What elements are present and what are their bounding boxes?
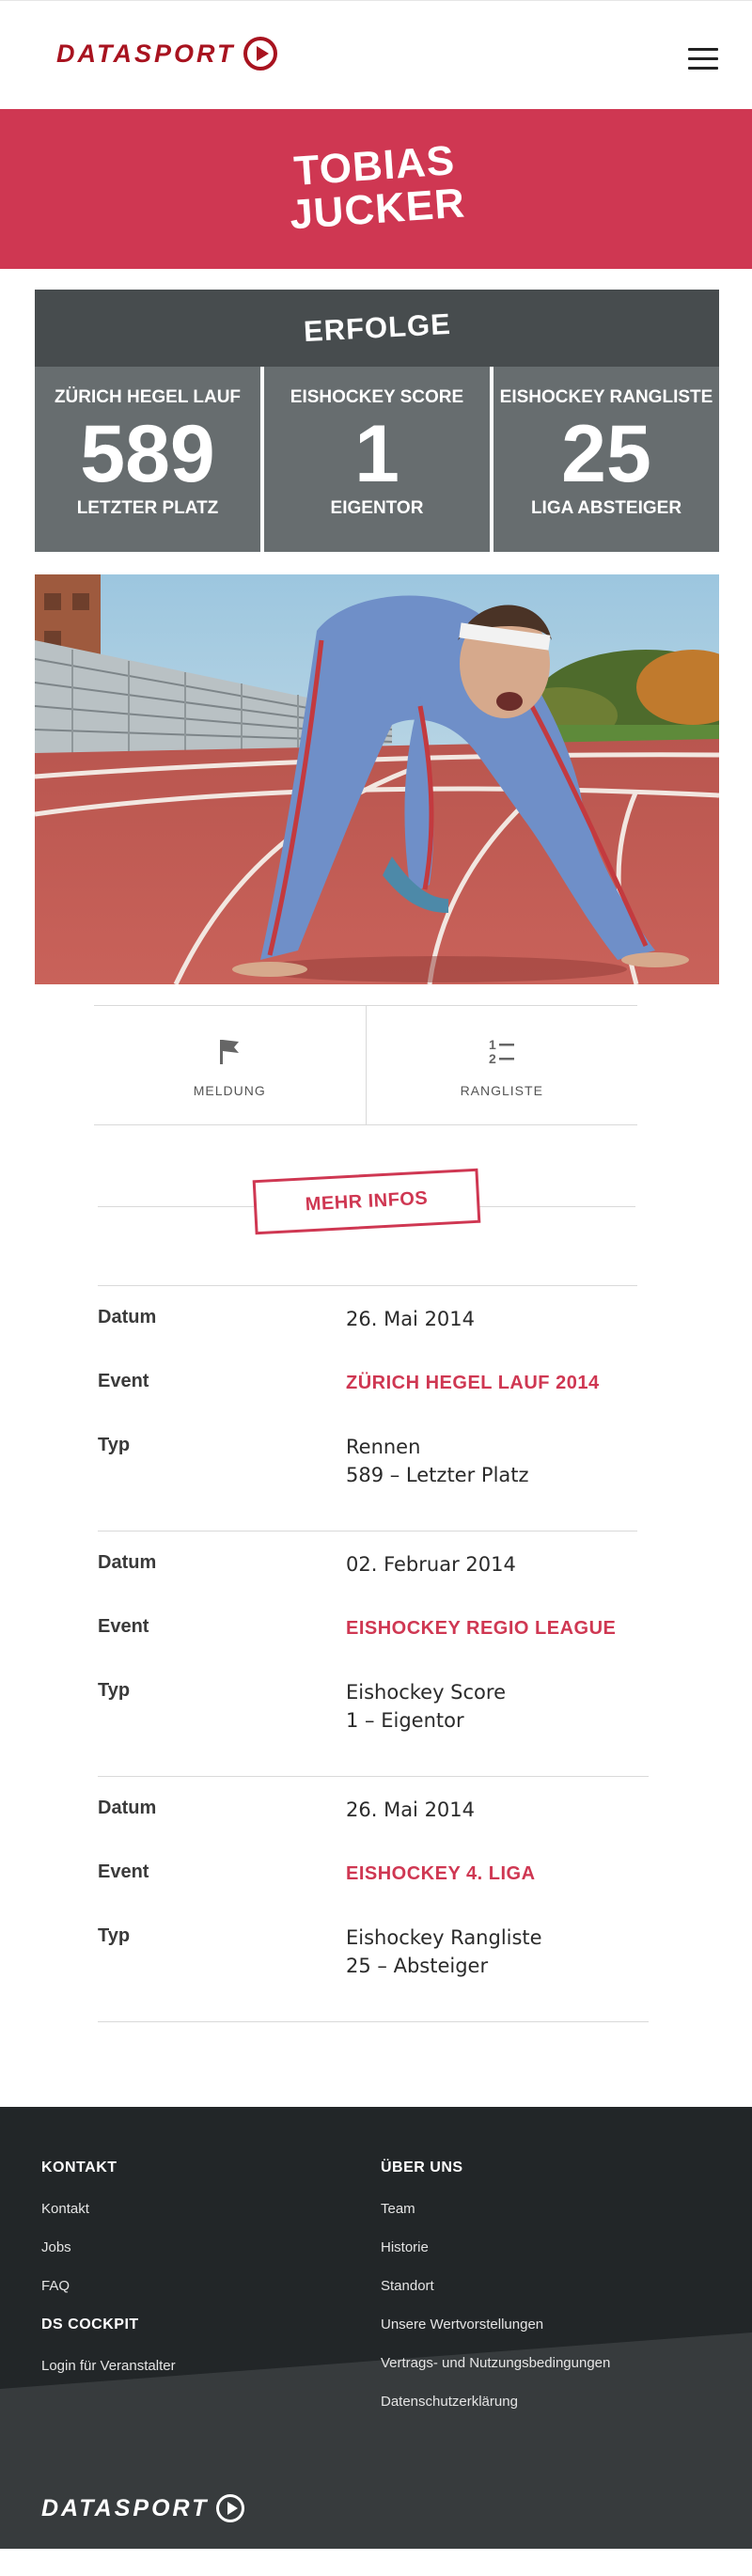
footer-link[interactable]: Unsere Wertvorstellungen bbox=[381, 2317, 610, 2333]
footer-link[interactable]: Historie bbox=[381, 2239, 610, 2255]
datasport-logo[interactable]: DATASPORT bbox=[56, 37, 277, 71]
erfolge-panel: ERFOLGE ZÜRICH HEGEL LAUF 589 LETZTER PL… bbox=[35, 290, 719, 552]
datum-value: 26. Mai 2014 bbox=[346, 1798, 476, 1821]
footer-link[interactable]: Datenschutzerklärung bbox=[381, 2394, 610, 2410]
play-circle-icon bbox=[216, 2494, 245, 2522]
athlete-name: TOBIAS JUCKER bbox=[0, 118, 752, 258]
result-row: Typ Eishockey Rangliste 25 – Absteiger bbox=[98, 1924, 649, 1980]
result-row: Datum 26. Mai 2014 bbox=[98, 1305, 637, 1333]
datum-label: Datum bbox=[98, 1552, 157, 1573]
result-row: Typ Eishockey Score 1 – Eigentor bbox=[98, 1678, 637, 1735]
erfolge-stats: ZÜRICH HEGEL LAUF 589 LETZTER PLATZ EISH… bbox=[35, 367, 719, 552]
datum-label: Datum bbox=[98, 1798, 157, 1818]
rangliste-label: RANGLISTE bbox=[460, 1083, 543, 1098]
footer-heading: KONTAKT bbox=[41, 2160, 118, 2175]
event-label: Event bbox=[98, 1371, 149, 1391]
event-link[interactable]: EISHOCKEY 4. LIGA bbox=[346, 1860, 536, 1888]
stat-sub: EIGENTOR bbox=[330, 498, 424, 518]
results-list: Datum 26. Mai 2014 Event ZÜRICH HEGEL LA… bbox=[0, 1285, 752, 2022]
meldung-button[interactable]: MELDUNG bbox=[94, 1006, 366, 1124]
result-row: Datum 26. Mai 2014 bbox=[98, 1796, 649, 1824]
footer-link[interactable]: Vertrags- und Nutzungsbedingungen bbox=[381, 2355, 610, 2371]
svg-text:2: 2 bbox=[489, 1051, 496, 1065]
datum-value: 02. Februar 2014 bbox=[346, 1553, 516, 1576]
result-entry: Datum 02. Februar 2014 Event EISHOCKEY R… bbox=[98, 1531, 637, 1776]
mehr-infos-button[interactable]: MEHR INFOS bbox=[252, 1168, 481, 1235]
footer-heading: ÜBER UNS bbox=[381, 2160, 463, 2175]
typ-label: Typ bbox=[98, 1925, 131, 1946]
typ-value: Eishockey Score 1 – Eigentor bbox=[346, 1678, 506, 1735]
svg-text:1: 1 bbox=[489, 1037, 496, 1052]
athlete-photo bbox=[35, 574, 719, 984]
quick-actions: MELDUNG 1 2 RANGLISTE bbox=[94, 1005, 637, 1125]
mehr-infos-section: MEHR INFOS bbox=[98, 1168, 635, 1235]
stat-value: 589 bbox=[80, 409, 215, 499]
result-row: Typ Rennen 589 – Letzter Platz bbox=[98, 1433, 637, 1489]
stat-sub: LETZTER PLATZ bbox=[76, 498, 219, 518]
footer-link[interactable]: Kontakt bbox=[41, 2201, 176, 2217]
stat-card: EISHOCKEY RANGLISTE 25 LIGA ABSTEIGER bbox=[494, 367, 719, 552]
event-label: Event bbox=[98, 1861, 149, 1882]
logo-wordmark: DATASPORT bbox=[56, 39, 236, 68]
ranking-list-icon: 1 2 bbox=[487, 1032, 517, 1070]
meldung-label: MELDUNG bbox=[193, 1083, 266, 1098]
footer-link[interactable]: Standort bbox=[381, 2278, 610, 2294]
footer-logo[interactable]: DATASPORT bbox=[41, 2494, 245, 2522]
stat-label: ZÜRICH HEGEL LAUF bbox=[54, 387, 242, 407]
erfolge-header: ERFOLGE bbox=[35, 290, 719, 367]
typ-line: 25 – Absteiger bbox=[346, 1955, 489, 1977]
stat-label: EISHOCKEY SCORE bbox=[290, 387, 464, 407]
flag-icon bbox=[216, 1032, 243, 1070]
typ-line: Eishockey Rangliste bbox=[346, 1926, 542, 1949]
datum-label: Datum bbox=[98, 1307, 157, 1327]
play-circle-icon bbox=[243, 37, 277, 71]
athlete-hero: TOBIAS JUCKER bbox=[0, 109, 752, 269]
typ-label: Typ bbox=[98, 1680, 131, 1701]
result-entry: Datum 26. Mai 2014 Event ZÜRICH HEGEL LA… bbox=[98, 1285, 637, 1531]
stat-value: 25 bbox=[561, 409, 651, 499]
result-row: Datum 02. Februar 2014 bbox=[98, 1550, 637, 1579]
footer-link[interactable]: Jobs bbox=[41, 2239, 176, 2255]
footer-heading: DS COCKPIT bbox=[41, 2317, 139, 2333]
datum-value: 26. Mai 2014 bbox=[346, 1308, 476, 1330]
result-row: Event EISHOCKEY 4. LIGA bbox=[98, 1860, 649, 1888]
result-row: Event EISHOCKEY REGIO LEAGUE bbox=[98, 1614, 637, 1642]
stat-card: ZÜRICH HEGEL LAUF 589 LETZTER PLATZ bbox=[35, 367, 260, 552]
stat-sub: LIGA ABSTEIGER bbox=[530, 498, 682, 518]
erfolge-title: ERFOLGE bbox=[302, 306, 452, 349]
stat-label: EISHOCKEY RANGLISTE bbox=[499, 387, 713, 407]
result-row: Event ZÜRICH HEGEL LAUF 2014 bbox=[98, 1369, 637, 1397]
footer-link[interactable]: FAQ bbox=[41, 2278, 176, 2294]
rangliste-button[interactable]: 1 2 RANGLISTE bbox=[365, 1006, 638, 1124]
typ-value: Rennen 589 – Letzter Platz bbox=[346, 1433, 529, 1489]
footer-link[interactable]: Team bbox=[381, 2201, 610, 2217]
event-link[interactable]: EISHOCKEY REGIO LEAGUE bbox=[346, 1614, 616, 1642]
stat-card: EISHOCKEY SCORE 1 EIGENTOR bbox=[264, 367, 490, 552]
divider bbox=[98, 2021, 649, 2022]
site-header: DATASPORT bbox=[0, 0, 752, 109]
typ-line: 1 – Eigentor bbox=[346, 1709, 464, 1732]
event-label: Event bbox=[98, 1616, 149, 1637]
footer-logo-wordmark: DATASPORT bbox=[41, 2494, 210, 2521]
athlete-photo-illustration bbox=[35, 574, 719, 984]
footer-column-kontakt: KONTAKT Kontakt Jobs FAQ DS COCKPIT Logi… bbox=[41, 2160, 176, 2396]
footer-link[interactable]: Login für Veranstalter bbox=[41, 2358, 176, 2374]
typ-value: Eishockey Rangliste 25 – Absteiger bbox=[346, 1924, 542, 1980]
footer-column-ueber-uns: ÜBER UNS Team Historie Standort Unsere W… bbox=[381, 2160, 610, 2432]
stat-value: 1 bbox=[354, 409, 400, 499]
event-link[interactable]: ZÜRICH HEGEL LAUF 2014 bbox=[346, 1369, 600, 1397]
typ-line: Rennen bbox=[346, 1436, 421, 1458]
typ-line: Eishockey Score bbox=[346, 1681, 506, 1704]
result-entry: Datum 26. Mai 2014 Event EISHOCKEY 4. LI… bbox=[98, 1776, 649, 2021]
site-footer: KONTAKT Kontakt Jobs FAQ DS COCKPIT Logi… bbox=[0, 2107, 752, 2549]
typ-line: 589 – Letzter Platz bbox=[346, 1464, 529, 1486]
typ-label: Typ bbox=[98, 1435, 131, 1455]
hamburger-menu-icon[interactable] bbox=[688, 48, 718, 71]
